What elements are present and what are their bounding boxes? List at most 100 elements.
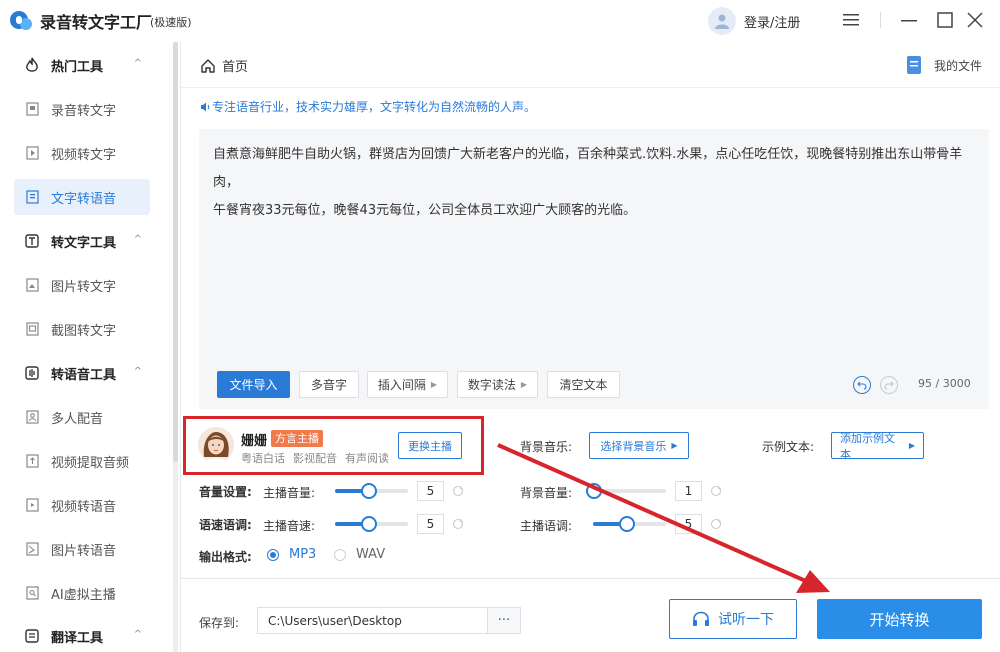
reset-icon[interactable]	[452, 518, 464, 530]
triangle-right-icon: ▶	[520, 380, 528, 389]
polyphone-button[interactable]: 多音字	[299, 371, 359, 398]
menu-icon[interactable]	[839, 9, 863, 31]
sidebar-group-to-speech-tools[interactable]: 转语音工具 ^	[14, 355, 150, 391]
change-anchor-button[interactable]: 更换主播	[398, 432, 462, 459]
change-anchor-label: 更换主播	[408, 439, 452, 453]
sidebar-item-label: AI虚拟主播	[51, 587, 116, 603]
reset-icon[interactable]	[452, 485, 464, 497]
sidebar-item-image-to-speech[interactable]: 图片转语音	[14, 531, 150, 567]
format-wav-radio[interactable]	[334, 549, 346, 561]
anchor-speed-value[interactable]: 5	[417, 514, 444, 534]
number-reading-label: 数字读法	[467, 378, 516, 392]
polyphone-label: 多音字	[310, 378, 347, 392]
app-logo-icon	[10, 11, 32, 30]
breadcrumb-home[interactable]: 首页	[200, 56, 248, 75]
start-convert-button[interactable]: 开始转换	[817, 599, 982, 639]
insert-pause-button[interactable]: 插入间隔 ▶	[367, 371, 448, 398]
save-path-input[interactable]	[257, 607, 488, 634]
slider-knob[interactable]	[360, 483, 377, 499]
my-files-button[interactable]: 我的文件	[906, 55, 982, 75]
maximize-icon[interactable]	[933, 9, 957, 31]
triangle-right-icon: ▶	[671, 441, 678, 450]
sidebar-item-video-to-text[interactable]: 视频转文字	[14, 135, 150, 171]
sidebar-item-label: 多人配音	[51, 411, 104, 427]
clear-text-button[interactable]: 清空文本	[547, 371, 620, 398]
sidebar-group-label: 翻译工具	[51, 630, 104, 646]
sidebar-group-hot-tools[interactable]: 热门工具 ^	[14, 47, 150, 83]
ai-anchor-icon	[24, 585, 40, 601]
waveform-icon	[24, 365, 40, 381]
bg-volume-slider[interactable]	[586, 482, 666, 499]
annotation-arrow-line	[497, 443, 809, 584]
slogan: 专注语音行业，技术实力雄厚，文字转化为自然流畅的人声。	[200, 98, 536, 115]
sidebar-item-screenshot-to-text[interactable]: 截图转文字	[14, 311, 150, 347]
preview-listen-button[interactable]: 试听一下	[669, 599, 797, 639]
slider-knob[interactable]	[586, 483, 602, 499]
flame-icon	[24, 57, 40, 73]
add-sample-text-button[interactable]: 添加示例文本 ▶	[831, 432, 924, 461]
play-icon	[24, 497, 40, 513]
sidebar-item-video-to-speech[interactable]: 视频转语音	[14, 487, 150, 523]
reset-icon[interactable]	[710, 485, 722, 497]
anchor-volume-value[interactable]: 5	[417, 481, 444, 501]
sidebar-scrollbar-thumb[interactable]	[173, 42, 178, 462]
editor-content[interactable]: 自煮意海鲜肥牛自助火锅，群贤店为回馈广大新老客户的光临，百余种菜式.饮料.水果，…	[213, 141, 983, 225]
bg-volume-label: 背景音量:	[520, 486, 573, 500]
text-editor[interactable]: 自煮意海鲜肥牛自助火锅，群贤店为回馈广大新老客户的光临，百余种菜式.饮料.水果，…	[199, 129, 989, 409]
bg-volume-value[interactable]: 1	[675, 481, 702, 501]
format-wav-label[interactable]: WAV	[356, 547, 385, 562]
anchor-style: 有声阅读	[345, 452, 389, 465]
anchor-volume-slider[interactable]	[335, 482, 408, 499]
speed-pitch-label: 语速语调:	[199, 518, 252, 532]
sidebar-item-multi-voice[interactable]: 多人配音	[14, 399, 150, 435]
anchor-avatar	[198, 427, 234, 463]
anchor-pitch-slider[interactable]	[593, 515, 666, 532]
sidebar-item-extract-audio[interactable]: 视频提取音频	[14, 443, 150, 479]
sidebar-scrollbar[interactable]	[173, 42, 178, 652]
person-icon	[24, 409, 40, 425]
sample-text-label: 示例文本:	[762, 440, 815, 454]
sidebar-group-translate-tools[interactable]: 翻译工具 ^	[14, 618, 150, 652]
redo-icon[interactable]	[880, 376, 898, 394]
sidebar-group-to-text-tools[interactable]: 转文字工具 ^	[14, 223, 150, 259]
format-mp3-radio[interactable]	[267, 549, 279, 561]
insert-pause-label: 插入间隔	[377, 378, 426, 392]
anchor-style: 粤语白话	[241, 452, 285, 465]
volume-settings-label: 音量设置:	[199, 485, 252, 499]
reset-icon[interactable]	[710, 518, 722, 530]
slider-knob[interactable]	[618, 516, 635, 532]
sidebar-item-image-to-text[interactable]: 图片转文字	[14, 267, 150, 303]
text-to-speech-icon	[24, 189, 40, 205]
my-files-label: 我的文件	[934, 58, 983, 73]
anchor-pitch-label: 主播语调:	[520, 519, 573, 533]
app-title: 录音转文字工厂	[40, 13, 153, 32]
undo-icon[interactable]	[853, 376, 871, 394]
file-import-button[interactable]: 文件导入	[217, 371, 290, 398]
screenshot-doc-icon	[24, 321, 40, 337]
minimize-icon[interactable]	[897, 9, 921, 31]
file-icon	[907, 56, 921, 74]
anchor-pitch-value[interactable]: 5	[675, 514, 702, 534]
sidebar-item-text-to-speech[interactable]: 文字转语音	[14, 179, 150, 215]
login-button[interactable]: 登录/注册	[708, 7, 800, 35]
sidebar-item-label: 截图转文字	[51, 323, 117, 339]
titlebar-divider	[880, 12, 881, 28]
slider-knob[interactable]	[360, 516, 377, 532]
number-reading-button[interactable]: 数字读法 ▶	[457, 371, 538, 398]
sidebar-item-recording-to-text[interactable]: 录音转文字	[14, 91, 150, 127]
sidebar-item-ai-anchor[interactable]: AI虚拟主播	[14, 575, 150, 611]
browse-button[interactable]: ···	[487, 607, 521, 634]
sidebar-item-label: 视频提取音频	[51, 455, 130, 471]
editor-line: 自煮意海鲜肥牛自助火锅，群贤店为回馈广大新老客户的光临，百余种菜式.饮料.水果，…	[213, 147, 963, 190]
anchor-name: 姗姗	[241, 434, 268, 449]
format-mp3-label[interactable]: MP3	[289, 547, 316, 562]
recording-doc-icon	[24, 101, 40, 117]
main-divider	[180, 42, 181, 652]
anchor-tag-badge: 方言主播	[271, 430, 323, 447]
anchor-speed-slider[interactable]	[335, 515, 408, 532]
sidebar-item-label: 文字转语音	[51, 191, 117, 207]
speaker-icon	[201, 102, 210, 111]
close-icon[interactable]	[963, 9, 987, 31]
select-bg-music-button[interactable]: 选择背景音乐 ▶	[589, 432, 689, 459]
header-divider	[181, 87, 1000, 88]
